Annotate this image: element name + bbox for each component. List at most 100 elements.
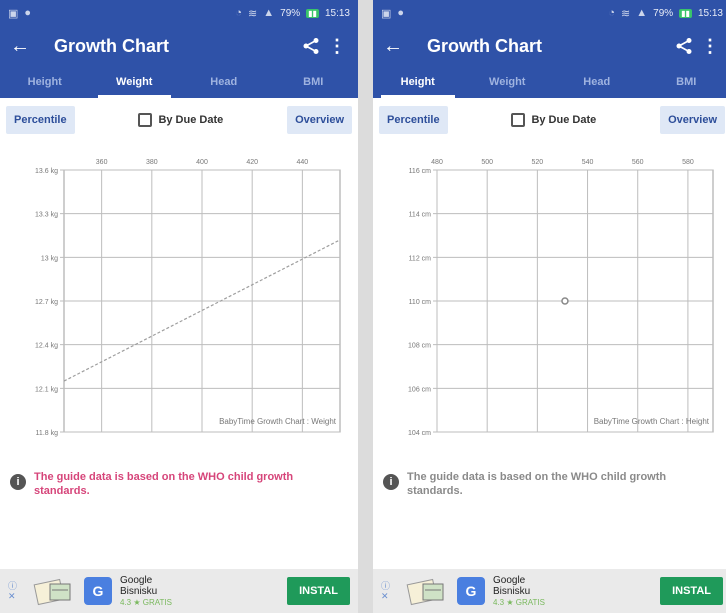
tab-height[interactable]: Height bbox=[373, 66, 463, 98]
more-options-icon[interactable]: ⋮ bbox=[326, 36, 348, 57]
share-icon[interactable] bbox=[669, 33, 699, 59]
battery-percent: 79% bbox=[653, 7, 674, 19]
screen-divider bbox=[358, 0, 373, 613]
x-tick-label: 400 bbox=[196, 159, 208, 166]
y-tick-label: 13.6 kg bbox=[35, 168, 58, 175]
install-button[interactable]: INSTAL bbox=[287, 577, 350, 605]
tab-head[interactable]: Head bbox=[552, 66, 642, 98]
x-tick-label: 540 bbox=[582, 159, 594, 166]
x-tick-label: 360 bbox=[96, 159, 108, 166]
ad-rating: 4.3 ★ GRATIS bbox=[493, 597, 545, 607]
y-tick-label: 116 cm bbox=[409, 168, 432, 175]
ad-illustration-icon bbox=[405, 576, 449, 606]
due-date-toggle[interactable]: By Due Date bbox=[138, 113, 223, 127]
y-tick-label: 110 cm bbox=[409, 299, 432, 306]
x-tick-label: 380 bbox=[146, 159, 158, 166]
tab-weight[interactable]: Weight bbox=[463, 66, 553, 98]
y-tick-label: 11.8 kg bbox=[36, 430, 59, 437]
gallery-icon: ▣ bbox=[381, 7, 392, 20]
battery-icon: ▮▮ bbox=[306, 8, 319, 18]
back-arrow-icon[interactable]: ← bbox=[10, 35, 40, 58]
tab-weight[interactable]: Weight bbox=[90, 66, 180, 98]
x-tick-label: 580 bbox=[682, 159, 694, 166]
ad-banner[interactable]: ⓘ ✕ G Google Bisnisku 4.3 ★ GRATIS INSTAL bbox=[373, 569, 726, 613]
tab-bmi[interactable]: BMI bbox=[269, 66, 359, 98]
info-icon: i bbox=[383, 474, 399, 490]
y-tick-label: 108 cm bbox=[408, 343, 431, 350]
info-icon: i bbox=[10, 474, 26, 490]
x-tick-label: 440 bbox=[297, 159, 309, 166]
x-tick-label: 420 bbox=[246, 159, 258, 166]
back-arrow-icon[interactable]: ← bbox=[383, 35, 413, 58]
x-tick-label: 520 bbox=[532, 159, 544, 166]
guide-notice-text: The guide data is based on the WHO child… bbox=[407, 471, 667, 497]
alarm-icon: ◔ bbox=[235, 7, 243, 19]
y-tick-label: 112 cm bbox=[409, 255, 432, 262]
share-icon[interactable] bbox=[296, 33, 326, 59]
tab-height[interactable]: Height bbox=[0, 66, 90, 98]
wifi-icon: ≋ bbox=[621, 7, 631, 20]
tab-bmi[interactable]: BMI bbox=[642, 66, 726, 98]
tab-head[interactable]: Head bbox=[179, 66, 269, 98]
more-options-icon[interactable]: ⋮ bbox=[699, 36, 721, 57]
weight-chart[interactable]: 360 380 400 420 440 13.6 kg 13.3 kg 13 kg 12.7 k… bbox=[0, 142, 358, 462]
ad-choices-icon[interactable]: ⓘ ✕ bbox=[8, 581, 24, 601]
ad-banner[interactable]: ⓘ ✕ G Google Bisnisku 4.3 ★ GRATIS INSTAL bbox=[0, 569, 358, 613]
due-date-label: By Due Date bbox=[158, 114, 224, 126]
y-tick-label: 12.4 kg bbox=[35, 343, 58, 350]
guide-notice-text: The guide data is based on the WHO child… bbox=[34, 471, 294, 497]
y-tick-label: 104 cm bbox=[408, 430, 431, 437]
gallery-icon: ▣ bbox=[8, 7, 19, 20]
phone-screen-weight: ▣ ● ◔ ≋ ▲ 79% ▮▮ 15:13 ← Growth Chart ⋮ … bbox=[0, 0, 358, 613]
overview-button[interactable]: Overview bbox=[287, 106, 352, 134]
app-notification-icon: ● bbox=[24, 7, 32, 19]
google-my-business-logo: G bbox=[457, 577, 485, 605]
ad-illustration-icon bbox=[32, 576, 76, 606]
signal-icon: ▲ bbox=[636, 7, 648, 19]
y-tick-label: 12.7 kg bbox=[35, 299, 58, 306]
signal-icon: ▲ bbox=[263, 7, 275, 19]
height-chart-svg: 480 500 520 540 560 580 116 cm 114 cm 112 cm 110 … bbox=[408, 159, 714, 437]
chart-watermark: BabyTime Growth Chart : Height bbox=[594, 417, 710, 426]
overview-button[interactable]: Overview bbox=[660, 106, 725, 134]
percentile-button[interactable]: Percentile bbox=[6, 106, 75, 134]
app-toolbar: ← Growth Chart ⋮ bbox=[373, 26, 726, 66]
x-tick-label: 500 bbox=[481, 159, 493, 166]
page-title: Growth Chart bbox=[427, 35, 542, 56]
alarm-icon: ◔ bbox=[608, 7, 616, 19]
due-date-checkbox[interactable] bbox=[511, 113, 526, 127]
height-chart[interactable]: 480 500 520 540 560 580 116 cm 114 cm 112 cm 110 … bbox=[373, 142, 726, 462]
app-toolbar: ← Growth Chart ⋮ bbox=[0, 26, 358, 66]
install-button[interactable]: INSTAL bbox=[660, 577, 723, 605]
status-time: 15:13 bbox=[697, 7, 723, 19]
chart-watermark: BabyTime Growth Chart : Weight bbox=[219, 417, 337, 426]
chart-controls: Percentile By Due Date Overview bbox=[373, 98, 726, 142]
due-date-checkbox[interactable] bbox=[138, 113, 153, 127]
ad-app-name-2: Bisnisku bbox=[120, 585, 158, 597]
ad-app-name-1: Google bbox=[120, 574, 153, 586]
percentile-button[interactable]: Percentile bbox=[379, 106, 448, 134]
tab-bar: Height Weight Head BMI bbox=[373, 66, 726, 98]
phone-screen-height: ▣ ● ◔ ≋ ▲ 79% ▮▮ 15:13 ← Growth Chart ⋮ … bbox=[373, 0, 726, 613]
google-my-business-logo: G bbox=[84, 577, 112, 605]
due-date-toggle[interactable]: By Due Date bbox=[511, 113, 596, 127]
app-notification-icon: ● bbox=[397, 7, 405, 19]
y-tick-label: 13.3 kg bbox=[35, 212, 58, 219]
x-tick-label: 480 bbox=[431, 159, 443, 166]
wifi-icon: ≋ bbox=[248, 7, 258, 20]
battery-percent: 79% bbox=[280, 7, 301, 19]
battery-icon: ▮▮ bbox=[679, 8, 692, 18]
chart-controls: Percentile By Due Date Overview bbox=[0, 98, 358, 142]
status-bar: ▣ ● ◔ ≋ ▲ 79% ▮▮ 15:13 bbox=[0, 0, 358, 26]
ad-choices-icon[interactable]: ⓘ ✕ bbox=[381, 581, 397, 601]
guide-notice: i The guide data is based on the WHO chi… bbox=[373, 462, 726, 514]
weight-chart-svg: 360 380 400 420 440 13.6 kg 13.3 kg 13 kg 12.7 k… bbox=[35, 159, 341, 437]
ad-rating: 4.3 ★ GRATIS bbox=[120, 597, 172, 607]
status-bar: ▣ ● ◔ ≋ ▲ 79% ▮▮ 15:13 bbox=[373, 0, 726, 26]
y-tick-label: 12.1 kg bbox=[35, 386, 58, 393]
due-date-label: By Due Date bbox=[531, 114, 597, 126]
status-time: 15:13 bbox=[324, 7, 350, 19]
guide-notice: i The guide data is based on the WHO chi… bbox=[0, 462, 358, 514]
ad-app-name-2: Bisnisku bbox=[493, 585, 531, 597]
data-point bbox=[561, 297, 569, 305]
